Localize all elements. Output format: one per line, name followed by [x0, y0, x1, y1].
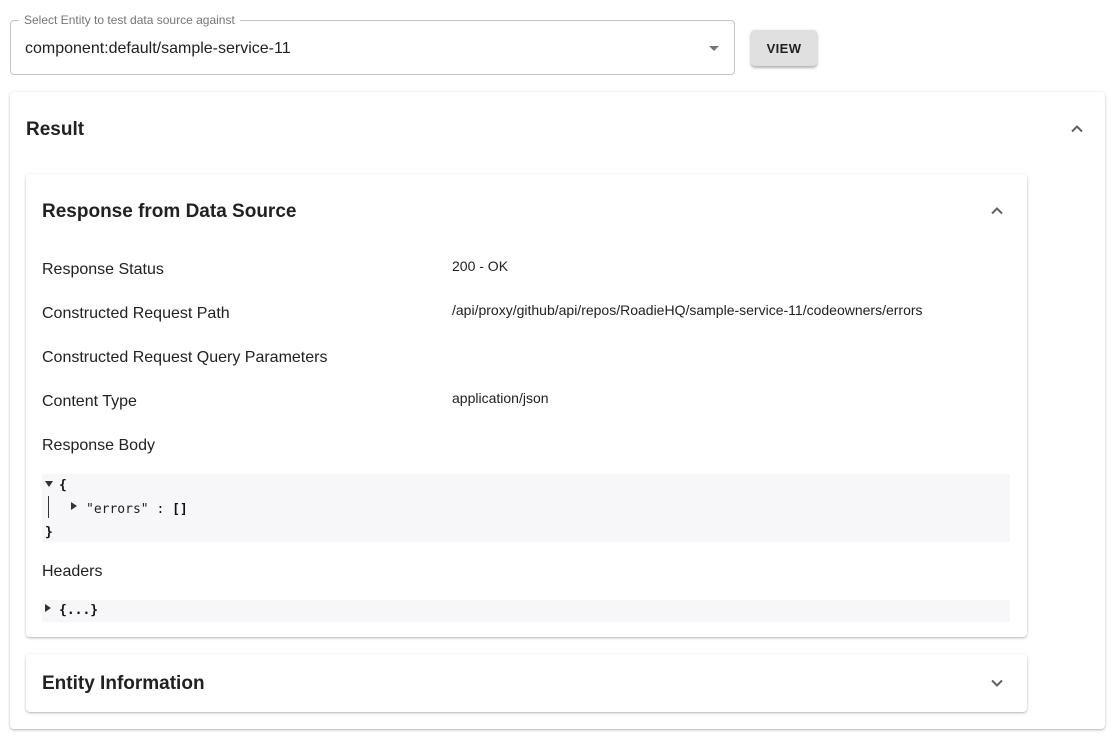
json-open-brace: { — [59, 478, 67, 493]
headers-viewer: {...} — [42, 600, 1010, 622]
arrow-drop-down-icon — [709, 46, 719, 51]
entity-select[interactable]: Select Entity to test data source agains… — [10, 13, 735, 75]
expand-triangle-icon[interactable] — [45, 604, 51, 612]
view-button[interactable]: VIEW — [751, 30, 817, 66]
json-value: [] — [172, 502, 188, 517]
result-accordion-header[interactable]: Result — [10, 92, 1105, 166]
json-indent-guide — [48, 496, 49, 518]
entity-select-label: Select Entity to test data source agains… — [19, 13, 240, 27]
chevron-up-icon[interactable] — [989, 203, 1005, 219]
headers-collapsed-object[interactable]: {...} — [59, 603, 98, 619]
response-title: Response from Data Source — [42, 201, 297, 222]
query-parameters-label: Constructed Request Query Parameters — [42, 349, 328, 366]
response-body-label: Response Body — [42, 437, 155, 454]
result-title: Result — [26, 119, 85, 140]
json-close-brace: } — [45, 525, 53, 540]
entity-select-value: component:default/sample-service-11 — [25, 40, 291, 57]
response-status-value: 200 - OK — [452, 258, 509, 274]
collapse-triangle-icon[interactable] — [45, 481, 53, 487]
response-accordion: Response from Data Source Response Statu… — [26, 174, 1027, 637]
json-colon: : — [148, 502, 173, 517]
json-row-errors: "errors" : [] — [86, 502, 188, 518]
json-key: "errors" — [86, 502, 149, 517]
chevron-down-icon[interactable] — [989, 675, 1005, 691]
entity-information-title: Entity Information — [42, 673, 205, 694]
entity-information-accordion[interactable]: Entity Information — [26, 654, 1027, 712]
chevron-up-icon[interactable] — [1069, 121, 1085, 137]
expand-triangle-icon[interactable] — [71, 502, 77, 510]
response-accordion-header[interactable]: Response from Data Source — [26, 174, 1027, 248]
request-path-label: Constructed Request Path — [42, 305, 230, 322]
request-path-value: /api/proxy/github/api/repos/RoadieHQ/sam… — [452, 302, 923, 318]
headers-label: Headers — [42, 563, 103, 580]
result-accordion: Result Response from Data Source Respons… — [10, 92, 1105, 729]
content-type-value: application/json — [452, 390, 549, 406]
content-type-label: Content Type — [42, 393, 137, 410]
response-body-viewer: { "errors" : [] } — [42, 474, 1010, 542]
response-status-label: Response Status — [42, 261, 164, 278]
